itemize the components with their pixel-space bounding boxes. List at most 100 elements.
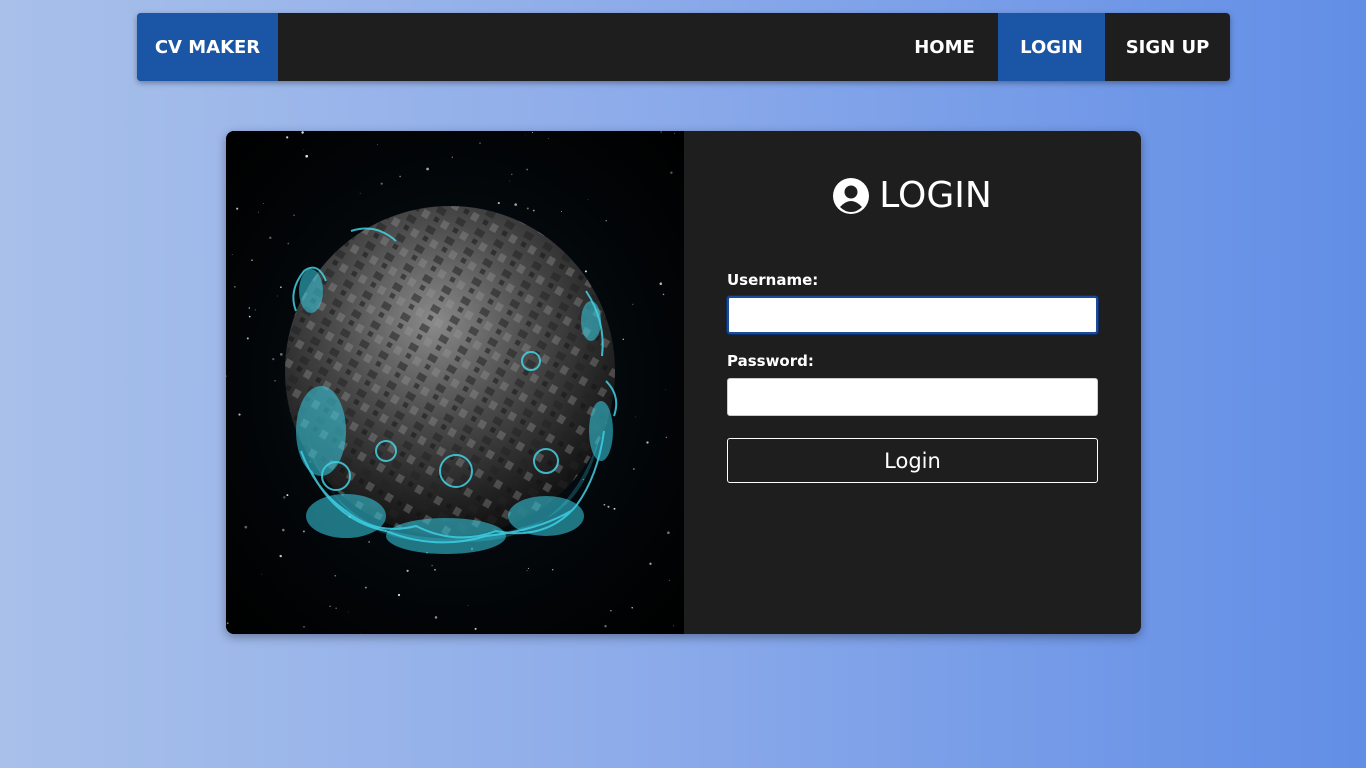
star — [670, 171, 673, 174]
star — [329, 605, 331, 607]
star — [584, 270, 587, 273]
navbar-spacer — [278, 13, 891, 81]
star — [467, 605, 469, 606]
username-input[interactable] — [727, 296, 1098, 334]
star — [548, 137, 550, 139]
star — [613, 507, 616, 510]
star — [335, 607, 337, 609]
star — [282, 528, 285, 532]
star — [431, 564, 433, 567]
brand-link[interactable]: CV MAKER — [137, 13, 278, 81]
star — [236, 207, 239, 210]
nav-login-link[interactable]: LOGIN — [998, 13, 1105, 81]
star — [532, 209, 535, 212]
star — [286, 494, 289, 497]
star — [610, 610, 612, 612]
star — [635, 416, 636, 418]
star — [262, 202, 264, 204]
star — [434, 616, 438, 619]
star — [380, 182, 383, 185]
star — [646, 441, 649, 444]
star — [279, 554, 282, 558]
star — [527, 567, 529, 569]
star — [603, 503, 606, 506]
login-button[interactable]: Login — [727, 438, 1098, 483]
nav-signup-link[interactable]: SIGN UP — [1105, 13, 1230, 81]
nav-home-link[interactable]: HOME — [891, 13, 998, 81]
login-title-text: LOGIN — [879, 175, 992, 216]
star — [659, 282, 663, 285]
star — [305, 154, 309, 158]
star — [231, 253, 233, 255]
star — [406, 569, 409, 572]
star — [514, 203, 517, 206]
login-card: LOGIN Username: Password: Login — [226, 131, 1141, 634]
top-navbar: CV MAKER HOME LOGIN SIGN UP — [137, 13, 1230, 81]
star — [248, 315, 251, 318]
star — [251, 259, 253, 262]
star — [334, 574, 337, 577]
star — [359, 192, 361, 194]
star — [660, 131, 662, 133]
star — [248, 307, 250, 309]
star — [604, 625, 607, 628]
password-label: Password: — [727, 352, 814, 370]
star — [561, 211, 563, 213]
username-label: Username: — [727, 271, 819, 289]
star — [587, 199, 589, 201]
star — [451, 156, 453, 158]
star — [526, 570, 528, 572]
star — [238, 413, 241, 416]
star — [347, 611, 349, 613]
login-form-panel: LOGIN Username: Password: Login — [684, 131, 1141, 634]
star — [244, 525, 248, 529]
star — [633, 468, 635, 470]
star — [673, 133, 675, 135]
planet-illustration — [226, 131, 675, 634]
star — [665, 436, 668, 439]
star — [269, 236, 272, 239]
star — [552, 569, 554, 571]
password-input[interactable] — [727, 378, 1098, 416]
star — [274, 379, 276, 382]
star — [293, 214, 295, 216]
star — [226, 375, 227, 377]
star — [226, 622, 229, 625]
star — [509, 180, 511, 182]
star — [667, 531, 670, 535]
star — [360, 632, 362, 634]
star — [434, 568, 436, 571]
star — [631, 607, 633, 609]
star — [662, 293, 665, 296]
star — [526, 207, 529, 210]
user-circle-icon — [833, 177, 870, 214]
star — [474, 627, 477, 630]
star — [665, 389, 666, 391]
star — [377, 144, 378, 146]
star — [257, 211, 259, 213]
star — [246, 337, 249, 340]
star — [233, 285, 236, 288]
star — [302, 530, 305, 533]
star — [283, 496, 286, 499]
star — [531, 131, 534, 134]
star — [649, 562, 652, 565]
star — [286, 136, 289, 139]
star — [497, 202, 500, 205]
star — [607, 505, 610, 508]
star — [397, 593, 401, 597]
star — [280, 286, 282, 288]
star — [632, 303, 634, 305]
star — [368, 541, 370, 543]
star — [622, 338, 625, 341]
star — [525, 134, 527, 136]
star — [287, 242, 290, 245]
star — [605, 220, 607, 222]
star — [426, 167, 429, 171]
star — [272, 357, 275, 361]
star — [511, 173, 513, 176]
star — [399, 175, 401, 178]
star — [301, 131, 304, 134]
star — [277, 295, 279, 297]
star — [260, 573, 262, 575]
